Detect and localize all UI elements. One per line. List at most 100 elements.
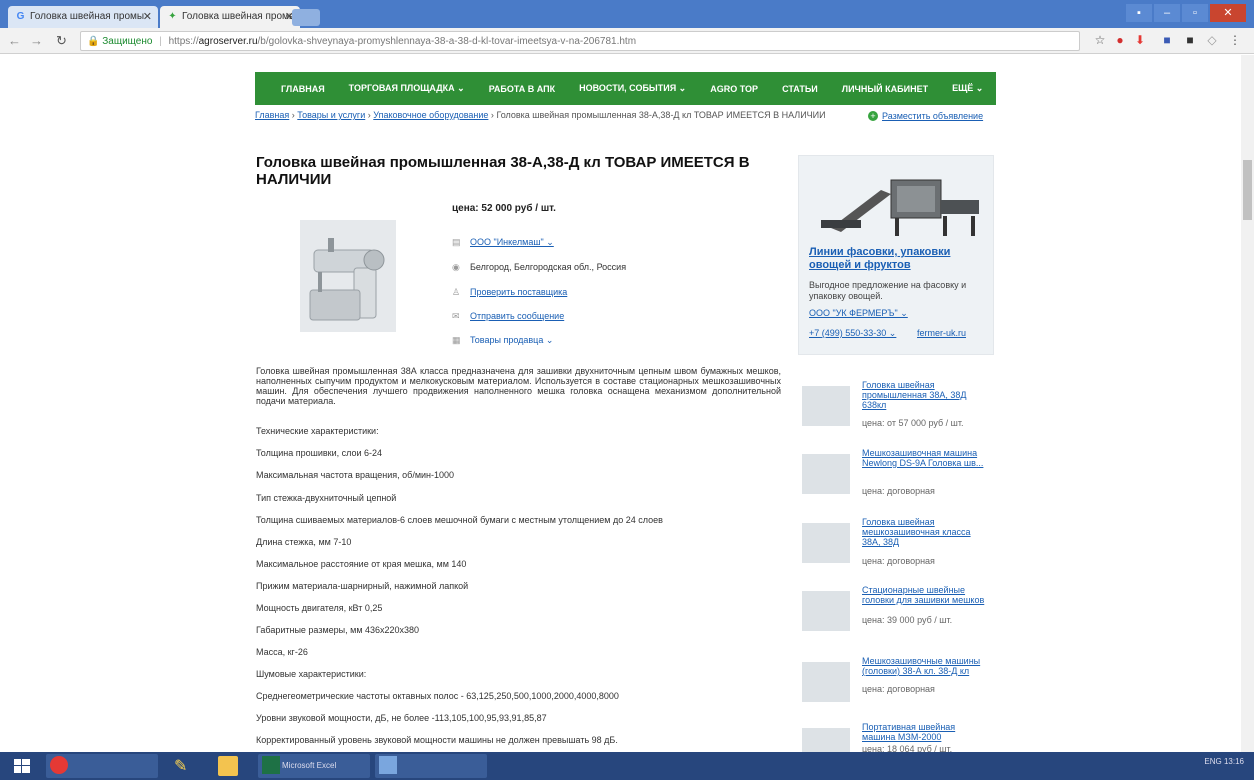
product-image[interactable] [300,220,396,332]
related-item[interactable]: Головка швейная мешкозашивочная класса 3… [800,517,996,577]
related-item[interactable]: Мешкозашивочные машины (головки) 38-А кл… [800,656,996,716]
window-icon [379,756,397,774]
spec-line: Длина стежка, мм 7-10 [256,537,352,547]
minimize-button[interactable]: – [1154,4,1180,22]
send-message[interactable]: ✉ Отправить сообщение [452,311,564,322]
window-close-button[interactable]: ✕ [1210,4,1246,22]
related-item-title[interactable]: Стационарные швейные головки для зашивки… [862,585,990,605]
related-item-thumbnail[interactable] [802,662,850,702]
post-ad-link[interactable]: + Разместить объявление [868,111,983,121]
file-explorer-icon[interactable] [218,756,238,776]
secure-label: Защищено [102,36,153,47]
system-tray[interactable]: ENG 13:16 [1204,757,1244,766]
nav-item-account[interactable]: ЛИЧНЫЙ КАБИНЕТ [830,84,940,94]
related-item[interactable]: Портативная швейная машина МЗМ-2000 цена… [800,722,996,752]
close-icon[interactable]: ✕ [143,10,152,23]
ad-image[interactable] [811,170,981,240]
browser-tab-active[interactable]: ✦ Головка швейная промы ✕ [160,6,300,28]
related-item-thumbnail[interactable] [802,523,850,563]
sidebar-ad[interactable]: Линии фасовки, упаковки овощей и фруктов… [798,155,994,355]
url-scheme: https:// [168,36,199,47]
forward-icon[interactable]: → [30,33,43,48]
spec-line: Прижим материала-шарнирный, нажимной лап… [256,581,469,591]
related-item-thumbnail[interactable] [802,386,850,426]
conveyor-line-icon [811,170,981,240]
related-item-title[interactable]: Головка швейная мешкозашивочная класса 3… [862,517,990,547]
address-bar[interactable]: 🔒 Защищено | https://agroserver.ru/b/gol… [80,31,1080,51]
breadcrumb-goods[interactable]: Товары и услуги [297,110,365,120]
maximize-button[interactable]: ▫ [1182,4,1208,22]
menu-icon[interactable]: ⋮ [1228,33,1242,47]
seller-location-text: Белгород, Белгородская обл., Россия [470,262,627,272]
taskbar-chrome[interactable] [46,754,158,778]
related-item-title[interactable]: Мешкозашивочная машина Newlong DS-9A Гол… [862,448,990,468]
windows-start-icon[interactable] [12,756,32,776]
breadcrumb-packaging[interactable]: Упаковочное оборудование [373,110,488,120]
spec-line: Толщина прошивки, слои 6-24 [256,448,383,458]
breadcrumb-home[interactable]: Главная [255,110,289,120]
taskbar-excel[interactable]: Microsoft Excel [258,754,370,778]
browser-tab[interactable]: G Головка швейная промы ✕ [8,6,158,28]
spec-line: Шумовые характеристики: [256,669,367,679]
related-item-thumbnail[interactable] [802,454,850,494]
tray-language[interactable]: ENG [1204,757,1221,766]
ad-site-link[interactable]: fermer-uk.ru [917,328,966,338]
back-icon[interactable]: ← [8,33,21,48]
breadcrumb-separator: › [490,110,494,120]
spec-line: Среднегеометрические частоты октавных по… [256,691,619,701]
nav-item-jobs[interactable]: РАБОТА В АПК [477,84,567,94]
nav-item-agro-top[interactable]: AGRO TOP [698,84,770,94]
nav-item-articles[interactable]: СТАТЬИ [770,84,830,94]
download-extension-icon[interactable]: ⬇ [1133,33,1147,47]
spec-line: Мощность двигателя, кВт 0,25 [256,603,383,613]
reload-icon[interactable]: ↻ [56,33,67,49]
seller-goods-link[interactable]: Товары продавца ⌄ [470,335,553,345]
taskbar-window[interactable] [375,754,487,778]
ad-description: Выгодное предложение на фасовку и упаков… [809,280,967,301]
related-item[interactable]: Головка швейная промышленная 38А, 38Д 63… [800,380,996,440]
ad-company-link[interactable]: ООО "УК ФЕРМЕРЪ" ⌄ [809,308,908,319]
site-top-nav: ГЛАВНАЯ ТОРГОВАЯ ПЛОЩАДКА ⌄ РАБОТА В АПК… [255,72,996,105]
spec-line: Габаритные размеры, мм 436х220х380 [256,625,420,635]
extension-icon[interactable]: ■ [1183,33,1197,47]
spec-line: Тип стежка-двухниточный цепной [256,493,397,503]
tab-label: Головка швейная промы [30,11,145,22]
seller-company[interactable]: ▤ ООО "Инкелмаш" ⌄ [452,237,554,248]
ad-phone-link[interactable]: +7 (499) 550-33-30 ⌄ [809,328,896,339]
related-item-title[interactable]: Мешкозашивочные машины (головки) 38-А кл… [862,656,990,676]
nav-item-more[interactable]: ЕЩЁ ⌄ [940,83,995,94]
scrollbar-thumb[interactable] [1243,160,1252,220]
related-item-price: цена: договорная [862,486,935,496]
spec-line: Корректированный уровень звуковой мощнос… [256,735,618,745]
tray-clock[interactable]: 13:16 [1224,757,1244,766]
related-item-thumbnail[interactable] [802,728,850,752]
chrome-icon [50,756,68,774]
spec-line: Технические характеристики: [256,426,379,436]
ad-title[interactable]: Линии фасовки, упаковки овощей и фруктов [809,246,989,272]
spec-line: Уровни звуковой мощности, дБ, не более -… [256,713,547,723]
related-item-title[interactable]: Портативная швейная машина МЗМ-2000 [862,722,990,742]
new-tab-button[interactable] [292,9,320,26]
user-icon[interactable]: ▪ [1126,4,1152,22]
excel-icon [262,756,280,774]
lock-icon: 🔒 [87,36,100,47]
related-item-price: цена: 39 000 руб / шт. [862,615,953,625]
check-supplier-link[interactable]: Проверить поставщика [470,287,567,297]
seller-company-link[interactable]: ООО "Инкелмаш" ⌄ [470,237,554,247]
extension-icon[interactable]: ● [1113,33,1127,47]
send-message-link[interactable]: Отправить сообщение [470,311,564,321]
related-item-thumbnail[interactable] [802,591,850,631]
paint-icon[interactable]: ✎ [174,756,194,776]
extension-icon[interactable]: ■ [1160,33,1174,47]
star-icon[interactable]: ☆ [1093,33,1107,47]
page-title: Головка швейная промышленная 38-А,38-Д к… [256,154,750,188]
related-item[interactable]: Стационарные швейные головки для зашивки… [800,585,996,645]
check-supplier[interactable]: ♙ Проверить поставщика [452,287,567,298]
related-item-title[interactable]: Головка швейная промышленная 38А, 38Д 63… [862,380,990,410]
related-item[interactable]: Мешкозашивочная машина Newlong DS-9A Гол… [800,448,996,508]
nav-item-home[interactable]: ГЛАВНАЯ [255,84,337,94]
nav-item-marketplace[interactable]: ТОРГОВАЯ ПЛОЩАДКА ⌄ [337,83,477,94]
shield-icon[interactable]: ◇ [1205,33,1219,47]
nav-item-news[interactable]: НОВОСТИ, СОБЫТИЯ ⌄ [567,83,698,94]
seller-goods[interactable]: ▦ Товары продавца ⌄ [452,335,553,346]
